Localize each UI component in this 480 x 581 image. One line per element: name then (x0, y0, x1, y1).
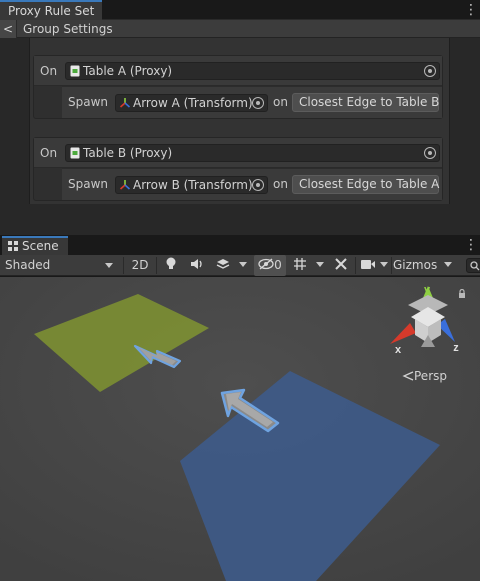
transform-icon (119, 98, 131, 108)
perspective-icon (402, 371, 414, 381)
hidden-count: 0 (274, 258, 282, 272)
on-label: On (40, 64, 58, 78)
rule-item: On Table A (Proxy) Spawn Arrow A (Transf… (33, 55, 443, 119)
transform-icon (119, 180, 131, 190)
layers-effects-icon (216, 259, 230, 269)
tab-scene[interactable]: Scene (2, 236, 68, 255)
script-file-icon (70, 65, 80, 77)
chevron-down-icon (105, 263, 113, 268)
arrow-field-value: Arrow B (Transform) (133, 178, 253, 192)
edge-selector-button[interactable]: Closest Edge to Table B (292, 93, 439, 112)
panel-menu-icon[interactable]: ⋮ (464, 237, 478, 253)
grid-snap-toggle[interactable] (290, 255, 310, 276)
object-picker-icon[interactable] (424, 147, 436, 159)
arrow-field-value: Arrow A (Transform) (133, 96, 253, 110)
audio-toggle[interactable] (186, 255, 208, 276)
scene-toolbar: Shaded 2D 0 Gizmos (0, 255, 480, 276)
toolbar-divider (156, 257, 157, 274)
projection-toggle[interactable]: Persp (402, 369, 447, 383)
chevron-down-icon (444, 262, 452, 267)
toolbar-divider (391, 257, 392, 274)
table-object-field[interactable]: Table A (Proxy) (65, 62, 440, 80)
proxy-rule-set-panel: Proxy Rule Set ⋮ < Group Settings On Tab… (0, 0, 480, 235)
edge-selector-button[interactable]: Closest Edge to Table A (292, 175, 439, 194)
chevron-down-icon (316, 262, 324, 267)
tools-toggle[interactable] (330, 255, 352, 276)
table-field-value: Table A (Proxy) (83, 64, 173, 78)
object-picker-icon[interactable] (424, 65, 436, 77)
rule-on-row: On Table A (Proxy) (34, 56, 442, 86)
lighting-toggle[interactable] (160, 255, 182, 276)
spawn-label: Spawn (68, 177, 109, 191)
scene-search-field[interactable] (464, 255, 480, 276)
back-button[interactable]: < (0, 20, 17, 38)
camera-settings-button[interactable] (358, 255, 378, 276)
tab-proxy-rule-set[interactable]: Proxy Rule Set (0, 0, 103, 20)
gizmo-z-label: z (453, 342, 459, 354)
effects-dropdown[interactable] (236, 255, 250, 276)
panel-menu-icon[interactable]: ⋮ (464, 2, 478, 18)
2d-toggle-button[interactable]: 2D (127, 255, 153, 276)
rule-spawn-row: Spawn Arrow A (Transform) on Closest Edg… (62, 86, 442, 118)
rule-item: On Table B (Proxy) Spawn Arrow B (Transf… (33, 137, 443, 201)
lightbulb-icon (166, 257, 176, 269)
camera-dropdown[interactable] (378, 255, 390, 276)
hidden-objects-toggle[interactable]: 0 (254, 255, 286, 276)
table-field-value: Table B (Proxy) (83, 146, 173, 160)
speaker-icon (191, 259, 202, 269)
scene-tab-label: Scene (22, 239, 59, 253)
gizmos-dropdown[interactable] (441, 255, 455, 276)
camera-icon (361, 260, 375, 269)
rule-on-row: On Table B (Proxy) (34, 138, 442, 168)
script-file-icon (70, 147, 80, 159)
toolbar-divider (123, 257, 124, 274)
spawn-label: Spawn (68, 95, 109, 109)
gizmos-button[interactable]: Gizmos (393, 255, 437, 276)
gizmo-y-label: y (424, 284, 431, 296)
table-object-field[interactable]: Table B (Proxy) (65, 144, 440, 162)
on-connector-label: on (273, 177, 288, 191)
scene-panel: Scene ⋮ Shaded 2D 0 Gizmos y x z Persp (0, 236, 480, 581)
projection-label: Persp (414, 369, 447, 383)
lock-icon[interactable] (458, 289, 466, 298)
scene-viewport[interactable]: y x z Persp (0, 277, 480, 581)
object-picker-icon[interactable] (252, 97, 264, 109)
object-picker-icon[interactable] (252, 179, 264, 191)
arrow-object-field[interactable]: Arrow A (Transform) (115, 94, 268, 112)
shading-mode-label: Shaded (5, 258, 51, 272)
on-label: On (40, 146, 58, 160)
shading-mode-dropdown[interactable]: Shaded (5, 255, 115, 276)
arrow-object-field[interactable]: Arrow B (Transform) (115, 176, 268, 194)
breadcrumb: < Group Settings (0, 20, 480, 38)
eye-slash-icon (258, 258, 274, 270)
on-connector-label: on (273, 95, 288, 109)
gizmo-x-label: x (395, 344, 402, 356)
scene-grid-icon (8, 241, 18, 251)
breadcrumb-group-settings[interactable]: Group Settings (23, 20, 113, 38)
chevron-down-icon (239, 262, 247, 267)
search-icon (470, 261, 480, 271)
wrench-cross-icon (335, 258, 347, 270)
grid-dropdown[interactable] (313, 255, 327, 276)
inspector-tabbar: Proxy Rule Set ⋮ (0, 0, 480, 20)
grid-icon (294, 258, 306, 270)
toolbar-divider (355, 257, 356, 274)
effects-toggle[interactable] (212, 255, 234, 276)
search-input-box[interactable] (466, 258, 480, 273)
scene-tabbar: Scene ⋮ (0, 236, 480, 255)
chevron-down-icon (380, 262, 388, 267)
rule-spawn-row: Spawn Arrow B (Transform) on Closest Edg… (62, 168, 442, 200)
scene-canvas[interactable]: y x z (0, 277, 480, 581)
